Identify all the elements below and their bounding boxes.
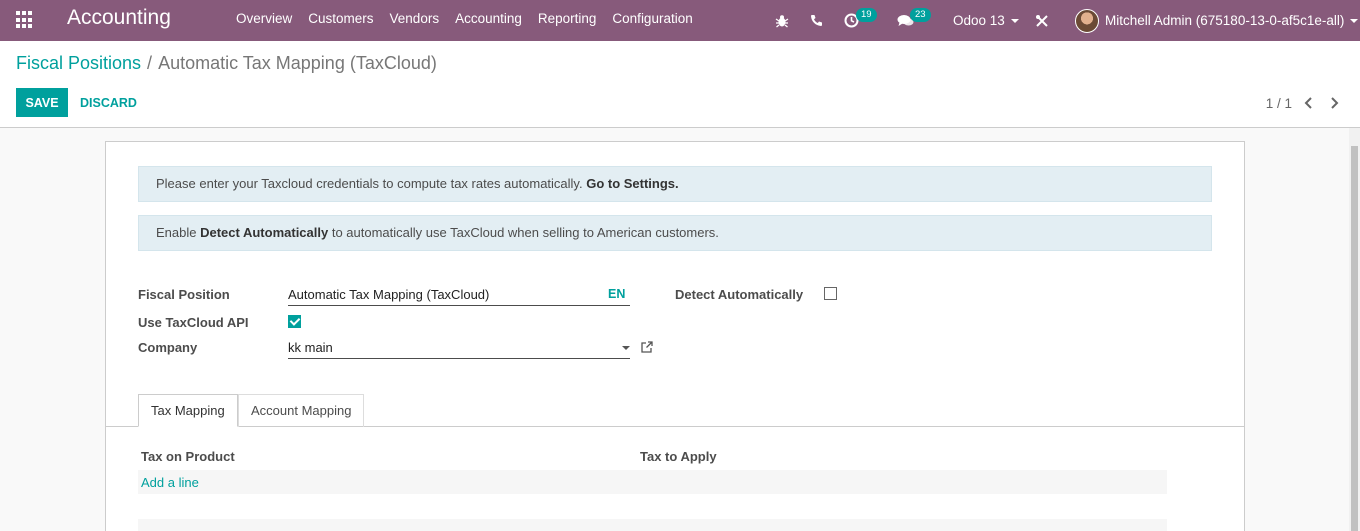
- menu-item-accounting[interactable]: Accounting: [447, 0, 530, 41]
- use-taxcloud-api-checkbox[interactable]: [288, 315, 301, 328]
- enable-alert-suffix: to automatically use TaxCloud when selli…: [331, 225, 719, 240]
- save-button[interactable]: SAVE: [16, 88, 68, 117]
- taxcloud-credentials-alert: Please enter your Taxcloud credentials t…: [138, 166, 1212, 202]
- column-tax-on-product[interactable]: Tax on Product: [141, 449, 235, 464]
- menu-item-vendors[interactable]: Vendors: [382, 0, 448, 41]
- chevron-down-icon[interactable]: [622, 346, 630, 350]
- translation-lang-button[interactable]: EN: [608, 287, 625, 301]
- go-to-settings-link[interactable]: Go to Settings.: [586, 176, 678, 191]
- activity-count-badge: 19: [856, 8, 877, 22]
- company-label: Company: [138, 340, 198, 355]
- menu-item-overview[interactable]: Overview: [228, 0, 300, 41]
- breadcrumb-separator: /: [147, 53, 153, 73]
- control-panel: Fiscal Positions / Automatic Tax Mapping (…: [0, 41, 1360, 128]
- detect-automatically-checkbox[interactable]: [824, 287, 837, 300]
- chevron-down-icon: [1010, 18, 1019, 23]
- external-link-icon[interactable]: [640, 340, 654, 354]
- fiscal-position-label: Fiscal Position: [138, 287, 230, 302]
- column-tax-to-apply[interactable]: Tax to Apply: [640, 449, 717, 464]
- form-sheet: Please enter your Taxcloud credentials t…: [105, 141, 1245, 531]
- db-switcher[interactable]: Odoo 13: [953, 0, 1019, 41]
- breadcrumb-parent-link[interactable]: Fiscal Positions: [16, 53, 141, 73]
- fiscal-position-input[interactable]: Automatic Tax Mapping (TaxCloud): [288, 287, 489, 302]
- table-row: [138, 470, 1167, 494]
- add-a-line-link[interactable]: Add a line: [141, 475, 199, 490]
- tab-account-mapping[interactable]: Account Mapping: [238, 394, 365, 427]
- company-underline: [288, 358, 630, 359]
- chevron-down-icon: [1350, 18, 1359, 23]
- main-menu: Overview Customers Vendors Accounting Re…: [228, 0, 701, 41]
- tools-icon[interactable]: [1035, 0, 1049, 41]
- user-name: Mitchell Admin (675180-13-0-af5c1e-all): [1105, 13, 1345, 28]
- pager-value[interactable]: 1 / 1: [1266, 96, 1292, 111]
- discard-button[interactable]: DISCARD: [72, 88, 145, 117]
- detect-automatically-label: Detect Automatically: [675, 287, 804, 302]
- notebook-tabs: Tax Mapping Account Mapping: [106, 394, 1244, 427]
- use-taxcloud-api-label: Use TaxCloud API: [138, 315, 249, 330]
- db-name: Odoo 13: [953, 13, 1005, 28]
- messages-count-badge: 23: [910, 8, 931, 22]
- apps-menu-icon[interactable]: [16, 11, 34, 29]
- vertical-scrollbar[interactable]: [1349, 128, 1360, 531]
- enable-alert-prefix: Enable: [156, 225, 197, 240]
- scrollbar-thumb[interactable]: [1351, 146, 1358, 531]
- messages-icon[interactable]: [897, 0, 914, 41]
- fiscal-position-underline: [288, 305, 630, 306]
- menu-item-configuration[interactable]: Configuration: [604, 0, 700, 41]
- user-menu[interactable]: Mitchell Admin (675180-13-0-af5c1e-all): [1075, 0, 1359, 41]
- activity-clock-icon[interactable]: [844, 0, 859, 41]
- table-row: [138, 519, 1167, 531]
- chevron-left-icon[interactable]: [1298, 95, 1318, 111]
- detect-automatically-alert: Enable Detect Automatically to automatic…: [138, 215, 1212, 251]
- pager: 1 / 1: [1266, 95, 1344, 111]
- bug-icon[interactable]: [775, 0, 789, 41]
- enable-alert-bold: Detect Automatically: [200, 225, 329, 240]
- chevron-right-icon[interactable]: [1324, 95, 1344, 111]
- breadcrumb-current: Automatic Tax Mapping (TaxCloud): [158, 53, 437, 73]
- tab-tax-mapping[interactable]: Tax Mapping: [138, 394, 238, 427]
- avatar: [1075, 8, 1099, 33]
- menu-item-customers[interactable]: Customers: [300, 0, 381, 41]
- company-select[interactable]: kk main: [288, 340, 333, 355]
- breadcrumb: Fiscal Positions / Automatic Tax Mapping (…: [16, 53, 437, 74]
- app-brand[interactable]: Accounting: [67, 6, 171, 30]
- top-navbar: Accounting Overview Customers Vendors Ac…: [0, 0, 1360, 41]
- phone-icon[interactable]: [810, 0, 823, 41]
- credentials-alert-text: Please enter your Taxcloud credentials t…: [156, 176, 583, 191]
- menu-item-reporting[interactable]: Reporting: [530, 0, 605, 41]
